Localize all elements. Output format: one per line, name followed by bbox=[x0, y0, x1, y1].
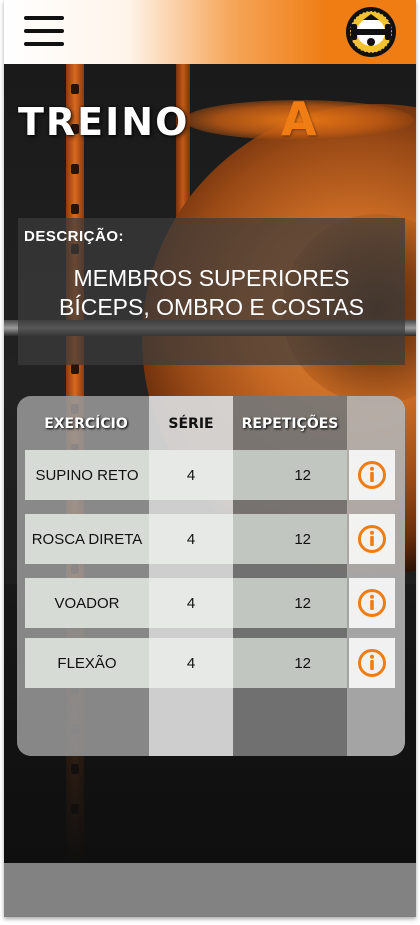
exercise-name: VOADOR bbox=[25, 578, 149, 628]
title-letter: A bbox=[281, 92, 317, 146]
exercise-series: 4 bbox=[149, 578, 233, 628]
info-icon[interactable] bbox=[357, 588, 387, 618]
gym-logo-icon[interactable] bbox=[345, 6, 397, 58]
exercise-reps: 12 bbox=[233, 514, 347, 564]
title-word: TREINO bbox=[18, 100, 190, 144]
workout-title: TREINO A bbox=[4, 92, 416, 152]
exercise-name: FLEXÃO bbox=[25, 638, 149, 688]
info-icon[interactable] bbox=[357, 460, 387, 490]
exercise-series: 4 bbox=[149, 514, 233, 564]
bottom-bar bbox=[4, 863, 416, 917]
description-panel: DESCRIÇÃO: MEMBROS SUPERIORES BÍCEPS, OM… bbox=[18, 218, 405, 365]
exercise-reps: 12 bbox=[233, 638, 347, 688]
exercise-name: SUPINO RETO bbox=[25, 450, 149, 500]
table-row: ROSCA DIRETA 4 12 bbox=[25, 514, 395, 564]
header-series: SÉRIE bbox=[168, 416, 214, 432]
header-reps: REPETIÇÕES bbox=[241, 416, 339, 432]
table-row: VOADOR 4 12 bbox=[25, 578, 395, 628]
exercise-table: EXERCÍCIO SÉRIE REPETIÇÕES SUPINO RETO 4… bbox=[17, 396, 405, 756]
header-exercise: EXERCÍCIO bbox=[44, 416, 128, 432]
description-line-1: MEMBROS SUPERIORES bbox=[73, 265, 350, 291]
exercise-series: 4 bbox=[149, 638, 233, 688]
description-label: DESCRIÇÃO: bbox=[24, 228, 125, 245]
description-line-2: BÍCEPS, OMBRO E COSTAS bbox=[58, 294, 365, 320]
info-icon[interactable] bbox=[357, 648, 387, 678]
exercise-reps: 12 bbox=[233, 450, 347, 500]
exercise-name: ROSCA DIRETA bbox=[25, 514, 149, 564]
info-icon[interactable] bbox=[357, 524, 387, 554]
table-row: FLEXÃO 4 12 bbox=[25, 638, 395, 688]
table-row: SUPINO RETO 4 12 bbox=[25, 450, 395, 500]
exercise-series: 4 bbox=[149, 450, 233, 500]
hamburger-menu-icon[interactable] bbox=[24, 16, 66, 48]
app-header bbox=[4, 0, 416, 64]
exercise-reps: 12 bbox=[233, 578, 347, 628]
app-frame: TREINO A DESCRIÇÃO: MEMBROS SUPERIORES B… bbox=[4, 0, 416, 917]
